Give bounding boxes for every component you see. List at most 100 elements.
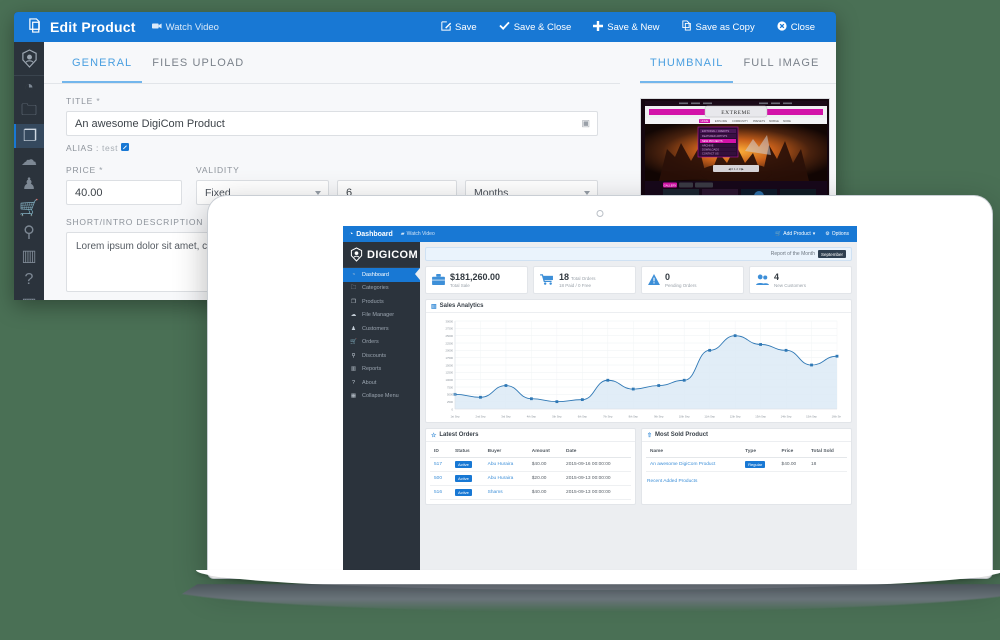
svg-text:15th Sep: 15th Sep	[806, 415, 817, 419]
sidebar-item-dashboard[interactable]: ◔Dashboard	[343, 268, 420, 282]
dashboard-watch-video-label: Watch Video	[407, 231, 435, 237]
options-button[interactable]: ⚙ Options	[825, 231, 849, 237]
cell-amount: $40.00	[528, 458, 562, 472]
rail-item-about[interactable]: ?	[14, 268, 44, 292]
check-icon	[499, 21, 510, 33]
cell-buyer[interactable]: Abu Huraira	[484, 458, 528, 472]
svg-text:DOWNLOADS: DOWNLOADS	[702, 148, 719, 152]
sidebar-item-categories[interactable]: 🗀Categories	[343, 282, 420, 296]
rail-logo	[14, 42, 44, 76]
sidebar-item-label: Products	[362, 299, 384, 305]
save-and-new-label: Save & New	[607, 22, 659, 33]
dashboard-main: Report of the Month September $181,260.0…	[420, 242, 857, 574]
cell-total-sold: 18	[807, 458, 847, 472]
sidebar-item-reports[interactable]: ▥Reports	[343, 363, 420, 377]
edit-icon[interactable]	[121, 143, 129, 153]
rail-item-discounts[interactable]: ⚲	[14, 220, 44, 244]
latest-orders-header: ☆ Latest Orders	[426, 429, 635, 442]
report-month-badge[interactable]: September	[818, 250, 846, 258]
upload-icon: ⇧	[647, 432, 652, 439]
title-input[interactable]: An awesome DigiCom Product ▣	[66, 111, 598, 136]
stat-inline-label: Total Orders	[571, 276, 596, 281]
price-input[interactable]: 40.00	[66, 180, 182, 205]
table-row[interactable]: 500 Active Abu Huraira $20.00 2015-09-13…	[430, 472, 631, 486]
thumbnail-preview[interactable]: EXTREME HOME EXPLORECOMMUNITY PRESETSMOB…	[640, 98, 830, 206]
cloud-icon: ☁	[350, 312, 357, 318]
col-name: Name	[646, 446, 741, 458]
most-sold-header: ⇧ Most Sold Product	[642, 429, 851, 442]
cell-product-name[interactable]: An awesome DigiCom Product	[646, 458, 741, 472]
rail-item-orders[interactable]: 🛒	[14, 196, 44, 220]
svg-text:25000: 25000	[446, 334, 454, 338]
svg-text:20000: 20000	[446, 349, 454, 353]
app-title-text: Edit Product	[50, 19, 136, 35]
toolbar-actions: Save Save & Close Save & New Save as Cop…	[430, 15, 826, 39]
bar-chart-icon: ▥	[431, 303, 437, 310]
cell-buyer[interactable]: Shams	[484, 486, 528, 500]
col-buyer: Buyer	[484, 446, 528, 458]
cell-id[interactable]: 517	[430, 458, 451, 472]
cell-status: Active	[451, 486, 484, 500]
alias-label: ALIAS :	[66, 143, 99, 153]
sidebar-item-collapse-menu[interactable]: ▦Collapse Menu	[343, 390, 420, 404]
stat-card-total-orders[interactable]: 18Total Orders 18 Paid / 0 Free	[533, 266, 636, 294]
sidebar-item-about[interactable]: ?About	[343, 376, 420, 390]
svg-text:9th Sep: 9th Sep	[654, 415, 664, 419]
rail-item-file-manager[interactable]: ☁	[14, 148, 44, 172]
dashboard-watch-video-link[interactable]: ▰ Watch Video	[401, 231, 435, 237]
rail-item-products[interactable]: ❐	[14, 124, 44, 148]
price-group: PRICE * 40.00	[66, 153, 182, 205]
watch-video-link[interactable]: Watch Video	[152, 22, 219, 33]
laptop-shadow	[153, 584, 1000, 612]
rail-item-collapse-menu[interactable]: ▦	[14, 292, 44, 300]
sales-analytics-header: ▥ Sales Analytics	[426, 300, 851, 313]
stat-card-total-sale[interactable]: $181,260.00 Total Sale	[425, 266, 528, 294]
recent-added-products-link[interactable]: Recent Added Products	[642, 476, 851, 489]
tab-general[interactable]: GENERAL	[62, 42, 142, 83]
close-circle-icon	[777, 21, 787, 34]
cart-icon: 🛒	[19, 198, 39, 218]
tab-full-image[interactable]: FULL IMAGE	[733, 42, 829, 83]
cell-buyer[interactable]: Abu Huraira	[484, 472, 528, 486]
close-button[interactable]: Close	[766, 16, 826, 39]
article-picker-icon[interactable]: ▣	[581, 118, 590, 129]
star-icon: ☆	[431, 432, 436, 439]
stat-card-new-customers[interactable]: 4 New Customers	[749, 266, 852, 294]
svg-text:CONTACT US: CONTACT US	[702, 152, 719, 156]
cell-id[interactable]: 500	[430, 472, 451, 486]
table-row[interactable]: An awesome DigiCom Product Regular $40.0…	[646, 458, 847, 472]
rail-item-categories[interactable]: 🗀	[14, 100, 44, 124]
sidebar-item-products[interactable]: ❐Products	[343, 295, 420, 309]
tab-files-upload[interactable]: FILES UPLOAD	[142, 42, 254, 83]
tab-thumbnail[interactable]: THUMBNAIL	[640, 42, 733, 83]
sidebar-item-label: Orders	[362, 339, 379, 345]
options-label: Options	[832, 231, 849, 237]
table-row[interactable]: 517 Active Abu Huraira $40.00 2015-09-16…	[430, 458, 631, 472]
sidebar-item-label: Dashboard	[362, 272, 389, 278]
user-icon: ♟	[22, 174, 36, 194]
svg-text:EXPLORE: EXPLORE	[715, 119, 728, 123]
sidebar-item-file-manager[interactable]: ☁File Manager	[343, 309, 420, 323]
grid-icon: ▦	[350, 393, 357, 399]
sidebar-item-discounts[interactable]: ⚲Discounts	[343, 349, 420, 363]
rail-item-dashboard[interactable]: ◔	[14, 76, 44, 100]
cell-id[interactable]: 516	[430, 486, 451, 500]
rail-item-reports[interactable]: ▥	[14, 244, 44, 268]
save-and-new-button[interactable]: Save & New	[582, 16, 670, 39]
table-header-row: Name Type Price Total Sold	[646, 446, 847, 458]
save-and-close-button[interactable]: Save & Close	[488, 16, 583, 38]
svg-text:5000: 5000	[447, 393, 453, 397]
bar-chart-icon: ▥	[350, 366, 357, 372]
rail-item-customers[interactable]: ♟	[14, 172, 44, 196]
save-and-close-label: Save & Close	[514, 22, 572, 33]
col-type: Type	[741, 446, 777, 458]
add-product-button[interactable]: 🛒 Add Product ▾	[775, 231, 815, 237]
table-row[interactable]: 516 Active Shams $40.00 2015-09-13 00:00…	[430, 486, 631, 500]
sidebar-item-customers[interactable]: ♟Customers	[343, 322, 420, 336]
stat-card-pending-orders[interactable]: 0 Pending Orders	[641, 266, 744, 294]
save-button[interactable]: Save	[430, 16, 488, 39]
save-as-copy-button[interactable]: Save as Copy	[671, 15, 766, 39]
chevron-down-icon	[584, 191, 590, 195]
alias-row: ALIAS : test	[66, 143, 598, 153]
sidebar-item-orders[interactable]: 🛒Orders	[343, 336, 420, 350]
